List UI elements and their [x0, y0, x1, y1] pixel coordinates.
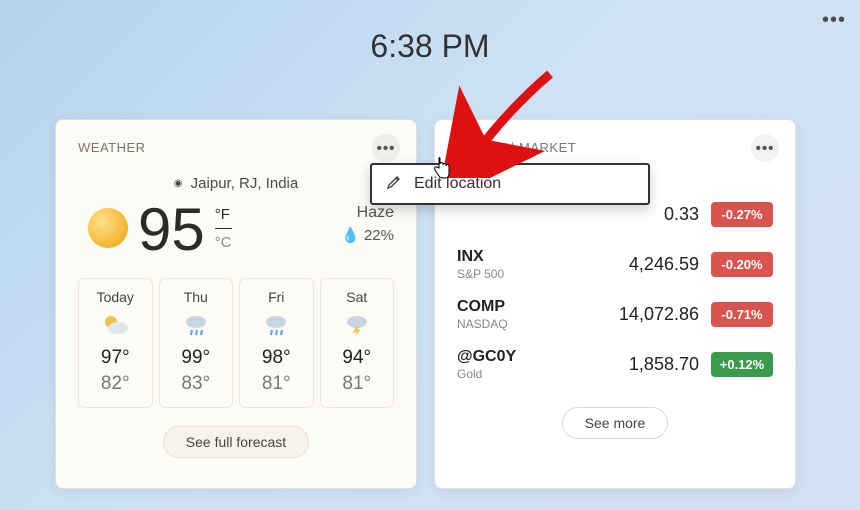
weather-location[interactable]: ◉ Jaipur, RJ, India [78, 175, 394, 192]
see-full-forecast-button[interactable]: See full forecast [163, 426, 309, 458]
rain-icon [164, 311, 229, 339]
weather-menu-button[interactable]: ••• [372, 134, 400, 162]
money-title: MONEY | MARKET [457, 140, 773, 155]
money-row[interactable]: INX S&P 500 4,246.59 -0.20% [457, 239, 773, 289]
money-row[interactable]: COMP NASDAQ 14,072.86 -0.71% [457, 289, 773, 339]
money-list: DJI Dow 0.33 -0.27% INX S&P 500 4,246.59… [457, 189, 773, 389]
weather-title: WEATHER [78, 140, 394, 155]
see-more-button[interactable]: See more [562, 407, 669, 439]
location-text: Jaipur, RJ, India [191, 175, 299, 192]
unit-toggle[interactable]: °F °C [215, 206, 232, 251]
drop-icon: 💧 [341, 227, 360, 244]
forecast-day[interactable]: Today 97° 82° [78, 278, 153, 408]
money-row[interactable]: @GC0Y Gold 1,858.70 +0.12% [457, 339, 773, 389]
pencil-icon [386, 174, 402, 195]
forecast-row: Today 97° 82° Thu 99° 83° Fri [78, 278, 394, 408]
current-temp: 95 [138, 200, 205, 260]
forecast-day[interactable]: Sat 94° 81° [320, 278, 395, 408]
condition-text: Haze [341, 204, 394, 222]
unit-c[interactable]: °C [215, 229, 232, 251]
rain-icon [244, 311, 309, 339]
location-icon: ◉ [174, 178, 183, 189]
forecast-day[interactable]: Fri 98° 81° [239, 278, 314, 408]
weather-stats: Haze 💧 22% [341, 204, 394, 244]
unit-f[interactable]: °F [215, 206, 232, 229]
clock-time: 6:38 PM [0, 28, 860, 65]
edit-location-menu-item[interactable]: Edit location [370, 163, 650, 205]
thunder-icon [325, 311, 390, 339]
money-menu-button[interactable]: ••• [751, 134, 779, 162]
weather-current: 95 °F °C Haze 💧 22% [78, 200, 394, 260]
edit-location-label: Edit location [414, 175, 501, 193]
forecast-day[interactable]: Thu 99° 83° [159, 278, 234, 408]
weather-card: WEATHER ••• ◉ Jaipur, RJ, India 95 °F °C… [55, 119, 417, 489]
partly-cloudy-icon [83, 311, 148, 339]
humidity-text: 💧 22% [341, 226, 394, 244]
sun-icon [88, 208, 128, 248]
